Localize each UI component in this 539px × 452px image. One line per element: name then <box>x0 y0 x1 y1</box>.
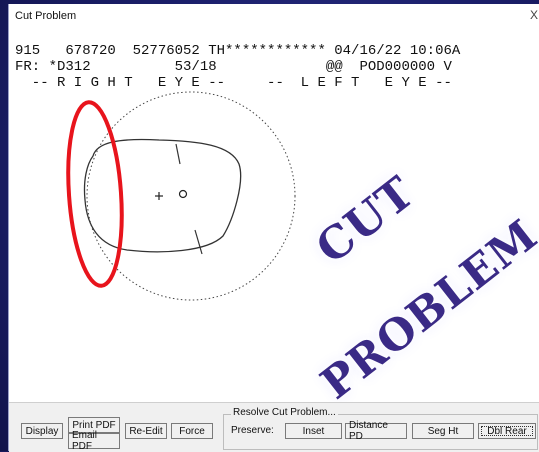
crosshair-icon <box>155 192 163 200</box>
cut-problem-window: Cut Problem X 915 678720 52776052 TH****… <box>8 4 539 452</box>
dbl-rear-button[interactable]: Dbl Rear <box>478 423 536 439</box>
email-pdf-button[interactable]: Email PDF <box>68 430 120 452</box>
seg-ht-button[interactable]: Seg Ht <box>412 423 474 439</box>
problem-highlight-ellipse <box>66 100 124 288</box>
distance-pd-button[interactable]: Distance PD <box>345 420 407 442</box>
force-button[interactable]: Force <box>171 423 213 439</box>
bottom-tick-mark <box>194 229 203 255</box>
re-edit-button[interactable]: Re-Edit <box>125 423 167 439</box>
top-tick-mark <box>175 143 181 165</box>
preserve-label: Preserve: <box>231 425 274 436</box>
lens-drawing <box>66 91 296 301</box>
optical-center-marker <box>178 189 188 199</box>
lens-blank-circle <box>86 91 296 301</box>
inset-button[interactable]: Inset <box>285 423 342 439</box>
resolve-group-label: Resolve Cut Problem... <box>231 407 338 418</box>
display-button[interactable]: Display <box>21 423 63 439</box>
action-bar: Display Print PDF Email PDF Re-Edit Forc… <box>9 402 539 452</box>
